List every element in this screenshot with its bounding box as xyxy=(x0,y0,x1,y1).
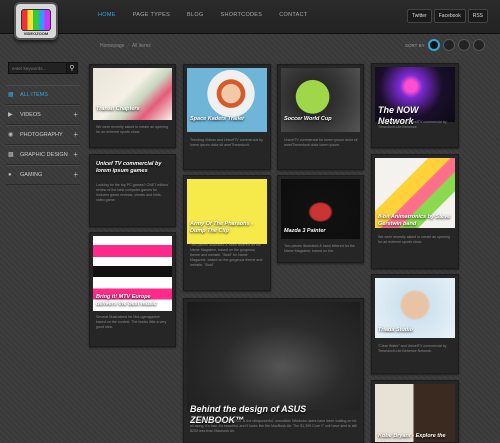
video-icon: ▶ xyxy=(8,112,13,118)
breadcrumb-home[interactable]: Homepage xyxy=(100,43,124,49)
card-description: Aside from everything, the UX31 is the u… xyxy=(190,419,357,433)
portfolio-card[interactable]: Kobe Bryant - Explore the co... xyxy=(371,380,459,443)
search-button[interactable]: ⚲ xyxy=(66,62,78,74)
sidebar-item-videos[interactable]: ▶ VIDEOS + xyxy=(6,105,80,125)
portfolio-card[interactable]: The NOW Network "Clear Water" and Unicef… xyxy=(371,63,459,148)
nav-page-types[interactable]: PAGE TYPES xyxy=(133,12,170,18)
grid-icon: ▦ xyxy=(8,92,14,98)
portfolio-card[interactable]: Army Of The Pharaohs - Dump The Clip Two… xyxy=(183,175,271,291)
card-title[interactable]: Space Kadets Trailer xyxy=(190,116,265,123)
expand-plus-icon[interactable]: + xyxy=(73,126,78,144)
sort-label: SORT BY xyxy=(405,43,425,48)
sidebar-item-all-items[interactable]: ▦ ALL ITEMS xyxy=(6,85,80,105)
expand-plus-icon[interactable]: + xyxy=(73,106,78,124)
expand-plus-icon[interactable]: + xyxy=(73,146,78,164)
camera-icon: ◉ xyxy=(8,132,14,138)
card-title[interactable]: Bring it! MTV Europe delivers the best m… xyxy=(96,294,170,308)
sidebar-item-label: VIDEOS xyxy=(20,112,41,118)
portfolio-card[interactable]: Unicef TV commercial by lorem ipsum game… xyxy=(89,154,176,227)
palette-icon: ▩ xyxy=(8,152,14,158)
sort-options xyxy=(428,39,485,51)
card-title[interactable]: Army Of The Pharaohs - Dump The Clip xyxy=(190,221,265,235)
portfolio-card[interactable]: 8-bit Animatronics by Steve Gerstwin ban… xyxy=(371,154,459,269)
social-links: Twitter Facebook RSS xyxy=(407,9,488,23)
card-title[interactable]: Unicef TV commercial by lorem ipsum game… xyxy=(96,161,170,175)
sidebar-item-photography[interactable]: ◉ PHOTOGRAPHY + xyxy=(6,125,80,145)
tv-logo-icon xyxy=(21,9,51,31)
card-description: We were recently asked to create an open… xyxy=(378,235,451,244)
card-thumbnail[interactable] xyxy=(187,302,360,410)
portfolio-card[interactable]: Bring it! MTV Europe delivers the best m… xyxy=(89,232,176,347)
card-description: Two pieces illustrated & hand lettered f… xyxy=(190,243,263,267)
facebook-link[interactable]: Facebook xyxy=(433,9,466,23)
card-description: UnicefTV commercial for lorem ipsum dolo… xyxy=(284,138,358,147)
category-sidebar: ▦ ALL ITEMS ▶ VIDEOS + ◉ PHOTOGRAPHY + ▩… xyxy=(6,85,80,185)
card-description: Looking for the top PC games? CNET edito… xyxy=(96,183,169,202)
gamepad-icon: ● xyxy=(8,172,12,178)
sidebar-item-graphic-design[interactable]: ▩ GRAPHIC DESIGN + xyxy=(6,145,80,165)
card-description: "Clear Water" and UnicefTV commercial by… xyxy=(378,344,447,353)
main-nav: HOME PAGE TYPES BLOG SHORTCODES CONTACT xyxy=(98,12,325,18)
breadcrumb: Homepage / All items xyxy=(100,43,151,49)
card-title[interactable]: Kobe Bryant - Explore the co... xyxy=(378,433,453,442)
card-description: Several illustrations for MoLogmagazine … xyxy=(96,315,167,329)
sidebar-item-label: GRAPHIC DESIGN xyxy=(20,152,68,158)
sidebar-item-gaming[interactable]: ● GAMING + xyxy=(6,165,80,185)
card-title[interactable]: Transit Chapters xyxy=(96,106,170,113)
nav-home[interactable]: HOME xyxy=(98,12,116,18)
card-description: Two pieces illustrated & hand lettered f… xyxy=(284,244,355,253)
sort-option-4[interactable] xyxy=(473,39,485,51)
sidebar-item-label: PHOTOGRAPHY xyxy=(20,132,63,138)
card-description: "Clear Water" and UnicefTV commercial by… xyxy=(378,120,447,129)
twitter-link[interactable]: Twitter xyxy=(407,9,432,23)
card-title[interactable]: Mazda 3 Painter xyxy=(284,228,358,235)
sort-option-1[interactable] xyxy=(428,39,440,51)
portfolio-card[interactable]: Triada Studio "Clear Water" and UnicefTV… xyxy=(371,274,459,374)
card-description: Trending Videos and UnicefTV commercial … xyxy=(190,138,263,147)
nav-shortcodes[interactable]: SHORTCODES xyxy=(221,12,263,18)
breadcrumb-current: All items xyxy=(131,43,151,49)
card-title[interactable]: 8-bit Animatronics by Steve Gerstwin ban… xyxy=(378,214,453,228)
expand-plus-icon[interactable]: + xyxy=(73,166,78,184)
portfolio-card[interactable]: Space Kadets Trailer Trending Videos and… xyxy=(183,64,271,170)
nav-contact[interactable]: CONTACT xyxy=(279,12,307,18)
sidebar-item-label: GAMING xyxy=(20,172,43,178)
sort-option-3[interactable] xyxy=(458,39,470,51)
portfolio-card[interactable]: Mazda 3 Painter Two pieces illustrated &… xyxy=(277,175,364,263)
portfolio-card[interactable]: Transit Chapters We were recently asked … xyxy=(89,64,176,148)
card-title[interactable]: Triada Studio xyxy=(378,327,453,334)
logo-text: VIDEOZOOM xyxy=(23,31,49,36)
sort-option-2[interactable] xyxy=(443,39,455,51)
nav-blog[interactable]: BLOG xyxy=(187,12,203,18)
portfolio-card-featured[interactable]: Behind the design of ASUS ZENBOOK™ Aside… xyxy=(183,298,364,443)
rss-link[interactable]: RSS xyxy=(467,9,488,23)
card-description: We were recently asked to create an open… xyxy=(96,125,169,134)
search-icon: ⚲ xyxy=(69,65,75,72)
site-logo[interactable]: VIDEOZOOM xyxy=(14,2,58,40)
sidebar-item-label: ALL ITEMS xyxy=(20,92,48,98)
card-title[interactable]: Soccer World Cup xyxy=(284,116,358,123)
portfolio-card[interactable]: Soccer World Cup UnicefTV commercial for… xyxy=(277,64,364,170)
